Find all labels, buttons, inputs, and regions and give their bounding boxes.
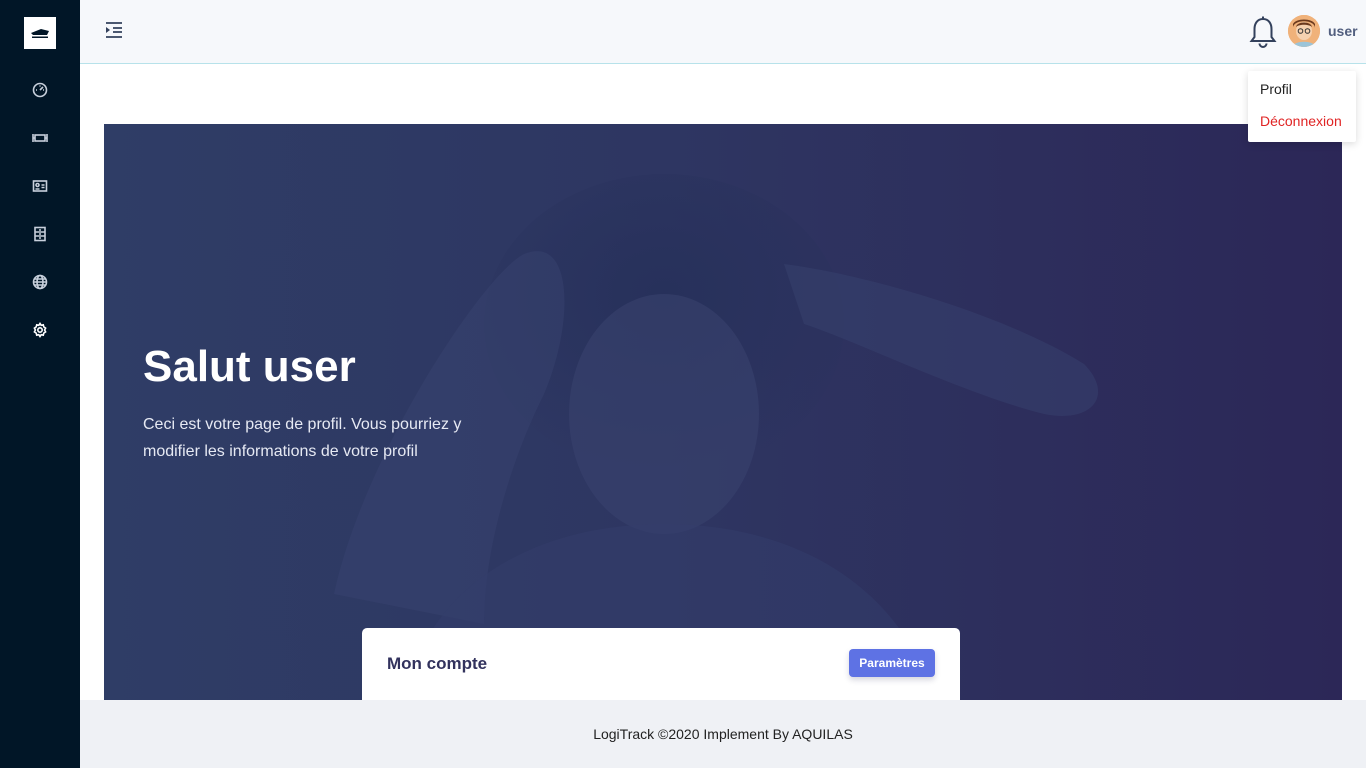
menu-toggle-icon — [106, 22, 122, 38]
sidebar-item-map[interactable] — [28, 270, 52, 294]
footer: LogiTrack ©2020 Implement By AQUILAS — [80, 700, 1366, 768]
truck-icon — [32, 134, 48, 142]
logo[interactable] — [24, 17, 56, 49]
avatar[interactable] — [1288, 15, 1320, 47]
globe-icon — [32, 274, 48, 290]
archive-icon — [34, 226, 46, 242]
sidebar — [0, 0, 80, 768]
bell-icon — [1249, 16, 1277, 48]
user-avatar-icon — [1288, 15, 1320, 47]
sidebar-item-contacts[interactable] — [28, 174, 52, 198]
settings-icon — [33, 322, 47, 338]
settings-button[interactable]: Paramètres — [849, 649, 935, 677]
profile-header-banner: Salut user Ceci est votre page de profil… — [104, 124, 1342, 700]
card-title: Mon compte — [387, 654, 488, 673]
user-dropdown-menu: Profil Déconnexion — [1248, 71, 1356, 142]
dropdown-item-logout[interactable]: Déconnexion — [1260, 113, 1342, 129]
sidebar-item-dashboard[interactable] — [28, 78, 52, 102]
footer-copyright: LogiTrack ©2020 Implement By AQUILAS — [593, 726, 853, 742]
dropdown-item-profile[interactable]: Profil — [1260, 81, 1292, 97]
top-navbar: user — [80, 0, 1366, 64]
page-description: Ceci est votre page de profil. Vous pour… — [143, 416, 462, 460]
dashboard-icon — [32, 82, 48, 98]
sidebar-item-archive[interactable] — [28, 222, 52, 246]
username-label[interactable]: user — [1328, 23, 1358, 39]
account-card: Mon compte Paramètres — [362, 628, 960, 700]
logitrack-logo-icon — [31, 29, 49, 38]
sidebar-item-vehicles[interactable] — [28, 126, 52, 150]
notifications-button[interactable] — [1248, 15, 1278, 49]
id-card-icon — [32, 180, 48, 192]
page-title: Salut user — [143, 342, 356, 391]
sidebar-item-settings[interactable] — [28, 318, 52, 342]
sidebar-toggle-button[interactable] — [104, 20, 124, 40]
